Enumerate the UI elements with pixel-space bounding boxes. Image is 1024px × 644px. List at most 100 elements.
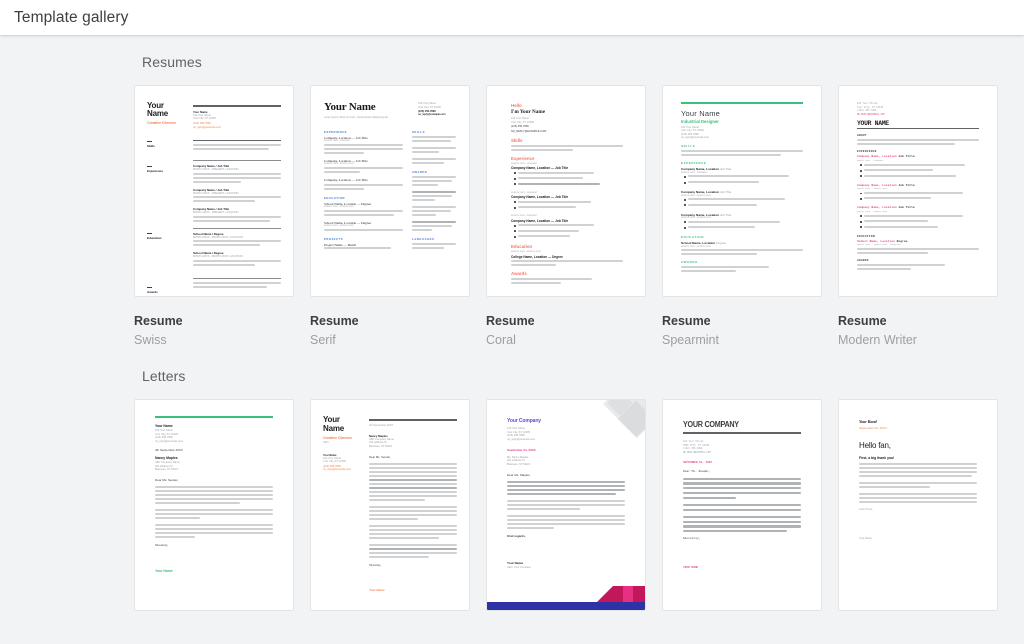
preview-section-awards: AWARDS <box>412 169 428 174</box>
preview-date: September 04, 20XX <box>859 426 887 431</box>
preview-paragraph <box>859 463 977 478</box>
preview-section-awards: AWARDS <box>857 258 869 262</box>
thumbnail-resume-swiss[interactable]: Your Name Creative Director Skills Exper… <box>134 85 294 297</box>
template-card-resume-coral[interactable]: Hello I'm Your Name 123 Your Street Your… <box>486 85 646 349</box>
section-letters: Letters Your Name 123 Your Street Your C… <box>0 368 1024 627</box>
preview-date: SEPTEMBER 04, 20XX <box>683 460 713 464</box>
preview-section-awards: AWARDS <box>681 260 698 265</box>
preview-closing: Sincerely, <box>369 562 382 567</box>
thumbnail-letter-modern-writer[interactable]: YOUR COMPANY 123 Your Street YOUR CITY, … <box>662 399 822 612</box>
preview-paragraph <box>683 477 801 499</box>
template-style: Modern Writer <box>838 332 917 347</box>
template-name: Resume <box>134 314 183 328</box>
thumbnail-resume-modern-writer[interactable]: 123 Your Street Your City, ST 12345 (123… <box>838 85 998 297</box>
preview-name: Your Name <box>155 423 173 428</box>
thumbnail-resume-spearmint[interactable]: Your Name Industrial Designer 123 Your S… <box>662 85 822 297</box>
thumbnail-letter-geometric[interactable]: Your Company 123 Your Street Your City, … <box>486 399 646 612</box>
template-style: Serif <box>310 332 336 347</box>
decorative-footer-bar <box>487 602 645 611</box>
divider <box>193 227 281 229</box>
preview-closing: Sincerely, <box>683 537 701 541</box>
preview-role: Creative Director <box>147 121 176 126</box>
preview-hello: Hello <box>511 103 522 108</box>
divider <box>147 166 152 168</box>
preview-signature: Your Name <box>859 537 872 541</box>
thumbnail-resume-coral[interactable]: Hello I'm Your Name 123 Your Street Your… <box>486 85 646 297</box>
preview-label-awards: Awards <box>147 290 158 295</box>
preview-band-name: Your Band <box>859 419 877 425</box>
template-style: Coral <box>486 332 516 347</box>
divider <box>147 141 152 143</box>
divider <box>193 105 281 107</box>
template-card-letter-swiss[interactable]: Your Name Creative Director CEO Your Nam… <box>310 399 470 627</box>
preview-paragraph <box>369 543 457 558</box>
preview-signature: YOUR NAME <box>683 566 699 570</box>
template-card-letter-band[interactable]: Your Band September 04, 20XX Hello fan, … <box>838 399 998 627</box>
divider <box>193 160 281 162</box>
preview-section-education: Education <box>511 244 533 249</box>
preview-section-experience: EXPERIENCE <box>324 129 348 134</box>
preview-salutation: Dear Ms. Sender, <box>155 478 179 483</box>
thumbnail-letter-spearmint[interactable]: Your Name 123 Your Street Your City, ST … <box>134 399 294 612</box>
preview-address2: Your City, ST 12345 <box>193 117 216 121</box>
preview-experience-entry: Company Name / Job Title MONTH 20XX - PR… <box>193 188 281 203</box>
preview-section-education: EDUCATION <box>857 234 875 238</box>
template-row-resumes: Your Name Creative Director Skills Exper… <box>134 85 1024 349</box>
divider <box>193 277 281 279</box>
template-row-letters: Your Name 123 Your Street Your City, ST … <box>134 399 1024 627</box>
template-style: Swiss <box>134 332 167 347</box>
preview-label-skills: Skills <box>147 144 155 149</box>
preview-paragraph <box>507 499 625 510</box>
divider <box>147 287 152 289</box>
preview-paragraph <box>683 515 801 533</box>
template-name: Resume <box>310 314 359 328</box>
preview-company: YOUR COMPANY <box>683 420 739 430</box>
template-gallery-scroll-area[interactable]: Resumes Your Name Creative Director Skil… <box>0 35 1024 644</box>
preview-education-entry: School Name / Degree MONTH 20XX - MONTH … <box>193 251 281 266</box>
preview-name: I'm Your Name <box>511 109 546 115</box>
preview-name: Your Name <box>324 101 376 113</box>
preview-salutation: Dear Ms. Maples, <box>507 472 531 477</box>
section-title-letters: Letters <box>142 368 186 385</box>
template-card-letter-geometric[interactable]: Your Company 123 Your Street Your City, … <box>486 399 646 627</box>
preview-section-education: EDUCATION <box>324 195 345 200</box>
preview-label-education: Education <box>147 236 162 241</box>
preview-role: Industrial Designer <box>681 118 719 124</box>
preview-paragraph <box>155 524 273 539</box>
preview-role: Creative Director <box>323 435 352 440</box>
preview-closing: Sincerely, <box>155 543 168 548</box>
preview-section-experience: EXPERIENCE <box>681 161 707 166</box>
thumbnail-resume-serif[interactable]: Your Name Lorem ipsum dolor sit amet, co… <box>310 85 470 297</box>
preview-date: 4th September 20XX <box>155 447 183 452</box>
thumbnail-letter-band[interactable]: Your Band September 04, 20XX Hello fan, … <box>838 399 998 612</box>
template-name: Resume <box>486 314 535 328</box>
template-style: Spearmint <box>662 332 719 347</box>
preview-signature: Your Name <box>369 587 385 592</box>
preview-paragraph <box>507 480 625 495</box>
section-resumes: Resumes Your Name Creative Director Skil… <box>0 54 1024 349</box>
preview-salutation: Dear Ms. Sender, <box>369 454 391 459</box>
divider <box>193 139 281 142</box>
preview-signature-title: CEO, Your Company <box>507 565 532 569</box>
preview-date: September 04, 20XX <box>507 447 536 452</box>
preview-body-block <box>193 144 281 151</box>
preview-section-languages: LANGUAGES <box>412 236 435 241</box>
preview-section-skills: SKILLS <box>681 144 696 149</box>
preview-greeting: Hello fan, <box>859 441 891 451</box>
preview-name: Your Name <box>147 101 168 119</box>
preview-closing: Kind regards, <box>507 533 526 538</box>
template-card-resume-serif[interactable]: Your Name Lorem ipsum dolor sit amet, co… <box>310 85 470 349</box>
template-card-resume-spearmint[interactable]: Your Name Industrial Designer 123 Your S… <box>662 85 822 349</box>
preview-section-awards: Awards <box>511 271 527 276</box>
thumbnail-letter-swiss[interactable]: Your Name Creative Director CEO Your Nam… <box>310 399 470 612</box>
preview-name: Your Name <box>681 108 721 118</box>
preview-experience-entry: Company Name / Job Title MONTH 20XX - PR… <box>193 164 281 183</box>
template-card-letter-modern-writer[interactable]: YOUR COMPANY 123 Your Street YOUR CITY, … <box>662 399 822 627</box>
template-card-letter-spearmint[interactable]: Your Name 123 Your Street Your City, ST … <box>134 399 294 627</box>
template-card-resume-modern-writer[interactable]: 123 Your Street Your City, ST 12345 (123… <box>838 85 998 349</box>
preview-tagline: Lorem ipsum dolor sit amet, consectetuer… <box>324 116 388 119</box>
accent-bar <box>681 102 803 104</box>
template-name: Resume <box>838 314 887 328</box>
template-card-resume-swiss[interactable]: Your Name Creative Director Skills Exper… <box>134 85 294 349</box>
preview-paragraph <box>155 509 273 520</box>
